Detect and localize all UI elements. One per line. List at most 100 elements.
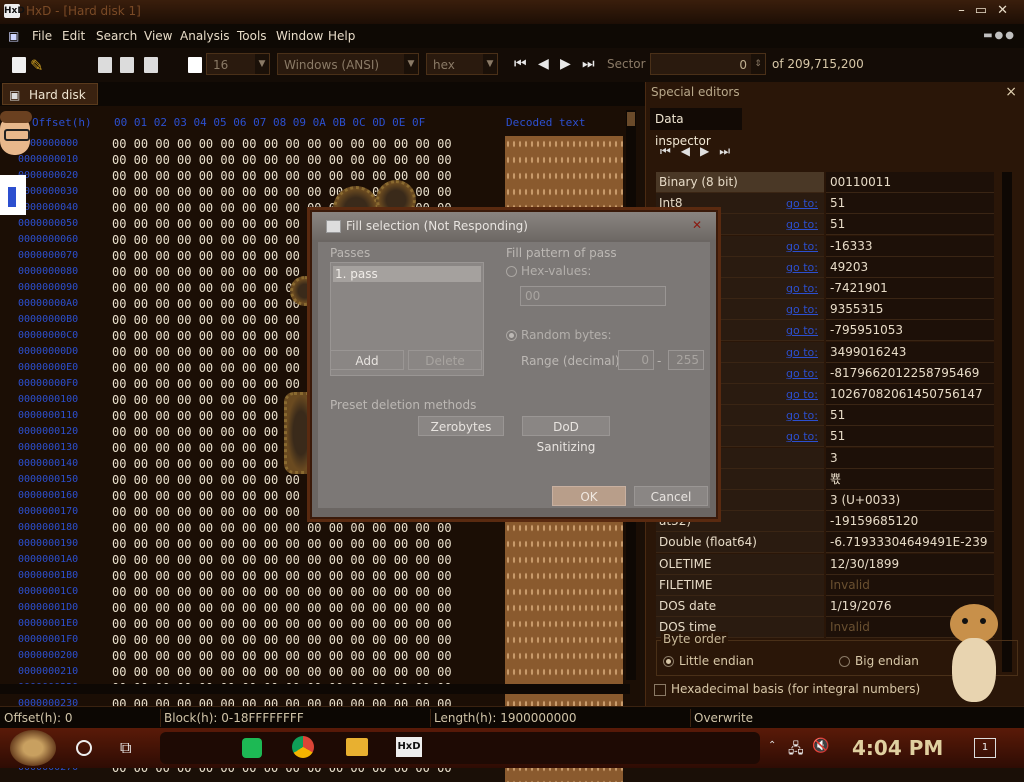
chevron-down-icon[interactable]: ▼	[255, 54, 269, 74]
network-icon[interactable]: 🖧	[788, 738, 804, 762]
hex-row[interactable]: 00 00 00 00 00 00 00 00 00 00 00 00 00 0…	[112, 568, 492, 584]
hxd-taskbar-icon[interactable]: HxD	[396, 737, 422, 757]
inspector-scrollbar[interactable]	[1002, 172, 1012, 672]
inspector-value[interactable]: 00110011	[826, 172, 994, 193]
dod-sanitizing-button[interactable]: DoD Sanitizing	[522, 416, 610, 454]
next-sector-icon[interactable]: ▶	[560, 57, 571, 71]
minimize-icon[interactable]: –	[958, 3, 975, 18]
hex-row[interactable]: 00 00 00 00 00 00 00 00 00 00 00 00 00 0…	[112, 584, 492, 600]
document-menu-icon[interactable]: ▣	[8, 29, 19, 43]
goto-link[interactable]: go to:	[786, 405, 818, 426]
tab-data-inspector[interactable]: Data inspector	[650, 108, 742, 148]
bytes-per-row-select[interactable]: 16 ▼	[206, 53, 270, 75]
delete-pass-button[interactable]: Delete	[408, 350, 482, 370]
inspector-value[interactable]: -16333	[826, 235, 994, 257]
goto-link[interactable]: go to:	[786, 193, 818, 214]
task-view-icon[interactable]: ⧉	[120, 738, 131, 758]
goto-link[interactable]: go to:	[786, 384, 818, 405]
prev-sector-icon[interactable]: ◀	[538, 57, 549, 71]
hex-values-radio[interactable]: Hex-values:	[506, 264, 591, 278]
folder-icon[interactable]	[346, 738, 368, 756]
hex-basis-checkbox[interactable]: Hexadecimal basis (for integral numbers)	[654, 682, 920, 696]
inspector-value[interactable]: 12/30/1899	[826, 553, 994, 575]
tray-expand-icon[interactable]: ⌃	[768, 740, 776, 751]
menu-view[interactable]: View	[144, 29, 172, 43]
hex-row[interactable]: 00 00 00 00 00 00 00 00 00 00 00 00 00 0…	[112, 648, 492, 664]
maximize-icon[interactable]: ▭	[975, 3, 997, 18]
goto-link[interactable]: go to:	[786, 278, 818, 299]
hex-row[interactable]: 00 00 00 00 00 00 00 00 00 00 00 00 00 0…	[112, 616, 492, 632]
save-icon[interactable]	[144, 57, 158, 73]
range-from-input[interactable]: 0	[618, 350, 654, 370]
hex-row[interactable]: 00 00 00 00 00 00 00 00 00 00 00 00 00 0…	[112, 184, 492, 200]
start-button[interactable]	[10, 730, 56, 766]
mdi-controls-icon[interactable]: ▬●●	[983, 30, 1016, 41]
menu-edit[interactable]: Edit	[62, 29, 85, 43]
inspector-value[interactable]: 뾳	[826, 468, 994, 490]
inspector-value[interactable]: -19159685120	[826, 511, 994, 533]
hex-row[interactable]: 00 00 00 00 00 00 00 00 00 00 00 00 00 0…	[112, 600, 492, 616]
inspector-row[interactable]: Binary (8 bit) 00110011	[656, 172, 996, 193]
cancel-button[interactable]: Cancel	[634, 486, 708, 506]
big-endian-radio[interactable]: Big endian	[839, 654, 919, 668]
inspector-value[interactable]: 3	[826, 447, 994, 469]
menu-help[interactable]: Help	[328, 29, 355, 43]
inspector-value[interactable]: 51	[826, 193, 994, 215]
pass-list-item[interactable]: 1. pass	[333, 266, 481, 282]
last-sector-icon[interactable]: ⏭	[582, 57, 595, 71]
hex-row[interactable]: 00 00 00 00 00 00 00 00 00 00 00 00 00 0…	[112, 552, 492, 568]
spinner-icon[interactable]: ⇕	[751, 54, 765, 74]
chevron-down-icon[interactable]: ▼	[404, 54, 418, 74]
goto-link[interactable]: go to:	[786, 236, 818, 257]
goto-link[interactable]: go to:	[786, 342, 818, 363]
range-to-input[interactable]: 255	[668, 350, 704, 370]
clock[interactable]: 4:04 PM	[852, 736, 943, 760]
hex-row[interactable]: 00 00 00 00 00 00 00 00 00 00 00 00 00 0…	[112, 664, 492, 680]
inspector-value[interactable]: -6.71933304649491E-239	[826, 532, 994, 554]
menu-file[interactable]: File	[32, 29, 52, 43]
inspector-value[interactable]: -795951053	[826, 320, 994, 342]
first-sector-icon[interactable]: ⏮	[514, 57, 527, 71]
wrench-icon[interactable]: ✎	[30, 56, 43, 75]
ok-button[interactable]: OK	[552, 486, 626, 506]
inspector-value[interactable]: 51	[826, 214, 994, 236]
inspector-value[interactable]: 3499016243	[826, 341, 994, 363]
notifications-icon[interactable]: 1	[974, 738, 996, 758]
open-ram-icon[interactable]	[120, 57, 134, 73]
volume-muted-icon[interactable]: 🔇	[812, 738, 829, 754]
spotify-icon[interactable]	[242, 738, 262, 758]
inspector-row[interactable]: OLETIME 12/30/1899	[656, 553, 996, 575]
goto-link[interactable]: go to:	[786, 426, 818, 447]
menu-analysis[interactable]: Analysis	[180, 29, 229, 43]
new-file-icon[interactable]	[12, 57, 26, 73]
goto-link[interactable]: go to:	[786, 214, 818, 235]
menu-window[interactable]: Window	[276, 29, 323, 43]
hex-row[interactable]: 00 00 00 00 00 00 00 00 00 00 00 00 00 0…	[112, 632, 492, 648]
inspector-value[interactable]: 3 (U+0033)	[826, 490, 994, 511]
tab-hard-disk-1[interactable]: ▣ Hard disk 1	[2, 83, 98, 124]
chevron-down-icon[interactable]: ▼	[483, 54, 497, 74]
display-mode-select[interactable]: hex ▼	[426, 53, 498, 75]
hex-row[interactable]: 00 00 00 00 00 00 00 00 00 00 00 00 00 0…	[112, 136, 492, 152]
hex-row[interactable]: 00 00 00 00 00 00 00 00 00 00 00 00 00 0…	[112, 152, 492, 168]
menu-tools[interactable]: Tools	[237, 29, 267, 43]
hex-horizontal-scrollbar[interactable]	[0, 684, 630, 694]
columns-icon[interactable]	[188, 57, 202, 73]
inspector-nav-icons[interactable]: ⏮◀▶⏭	[660, 144, 740, 159]
random-bytes-radio[interactable]: Random bytes:	[506, 328, 612, 342]
inspector-value[interactable]: 51	[826, 426, 994, 448]
inspector-value[interactable]: Invalid	[826, 574, 994, 596]
dialog-title-bar[interactable]: Fill selection (Not Responding) ✕	[312, 212, 716, 240]
inspector-value[interactable]: 9355315	[826, 299, 994, 321]
inspector-value[interactable]: 49203	[826, 256, 994, 278]
close-icon[interactable]: ×	[1005, 84, 1017, 100]
inspector-value[interactable]: 51	[826, 405, 994, 427]
open-disk-icon[interactable]	[98, 57, 112, 73]
charset-select[interactable]: Windows (ANSI) ▼	[277, 53, 419, 75]
inspector-row[interactable]: Double (float64) -6.71933304649491E-239	[656, 532, 996, 554]
search-icon[interactable]	[76, 740, 92, 756]
inspector-value[interactable]: -8179662012258795469	[826, 362, 994, 384]
chrome-icon[interactable]	[292, 736, 314, 758]
hex-row[interactable]: 00 00 00 00 00 00 00 00 00 00 00 00 00 0…	[112, 536, 492, 552]
sector-input[interactable]: 0 ⇕	[650, 53, 766, 75]
